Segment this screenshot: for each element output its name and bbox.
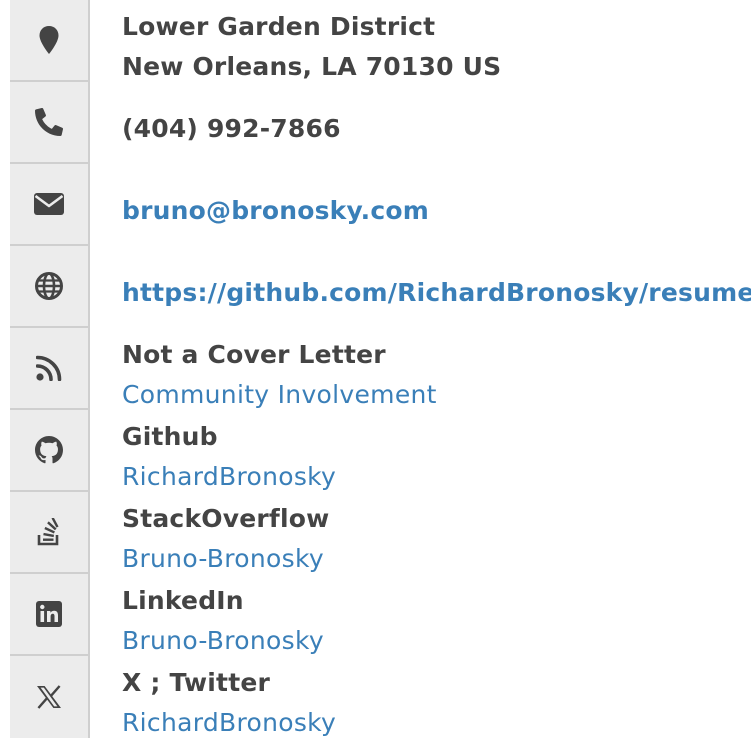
website-link[interactable]: https://github.com/RichardBronosky/resum…: [122, 278, 751, 307]
profile-network: LinkedIn: [122, 586, 244, 615]
website-icon-cell: [10, 246, 90, 328]
phone-icon: [35, 108, 63, 136]
profile-link[interactable]: Community Involvement: [122, 375, 437, 415]
profile-link[interactable]: RichardBronosky: [122, 457, 336, 497]
email-text: bruno@bronosky.com: [122, 191, 429, 231]
phone-text: (404) 992-7866: [122, 109, 341, 149]
profile-row-cover-letter: Not a Cover Letter Community Involvement: [0, 328, 751, 410]
address-line-2: New Orleans, LA 70130 US: [122, 52, 502, 81]
address-icon-cell: [10, 0, 90, 82]
profile-row-linkedin: LinkedIn Bruno-Bronosky: [0, 574, 751, 656]
contact-list: Lower Garden District New Orleans, LA 70…: [0, 0, 751, 738]
globe-icon: [35, 272, 63, 300]
email-link[interactable]: bruno@bronosky.com: [122, 196, 429, 225]
stackoverflow-text: StackOverflow Bruno-Bronosky: [122, 499, 329, 579]
linkedin-icon: [36, 601, 62, 627]
address-text: Lower Garden District New Orleans, LA 70…: [122, 7, 501, 87]
email-row: bruno@bronosky.com: [0, 164, 751, 246]
rss-icon: [36, 355, 62, 381]
profile-network: Github: [122, 422, 218, 451]
linkedin-icon-cell: [10, 574, 90, 656]
twitter-icon-cell: [10, 656, 90, 738]
envelope-icon: [34, 193, 64, 215]
profile-row-github: Github RichardBronosky: [0, 410, 751, 492]
linkedin-text: LinkedIn Bruno-Bronosky: [122, 581, 324, 661]
x-twitter-icon: [37, 685, 61, 709]
twitter-text: X ; Twitter RichardBronosky: [122, 663, 336, 743]
phone-icon-cell: [10, 82, 90, 164]
profile-row-twitter: X ; Twitter RichardBronosky: [0, 656, 751, 738]
cover-letter-icon-cell: [10, 328, 90, 410]
phone-row: (404) 992-7866: [0, 82, 751, 164]
github-icon-cell: [10, 410, 90, 492]
profile-network: StackOverflow: [122, 504, 330, 533]
profile-network: X ; Twitter: [122, 668, 271, 697]
stackoverflow-icon: [37, 518, 59, 546]
profile-row-stackoverflow: StackOverflow Bruno-Bronosky: [0, 492, 751, 574]
profile-link[interactable]: RichardBronosky: [122, 703, 336, 743]
website-text: https://github.com/RichardBronosky/resum…: [122, 273, 751, 313]
address-line-1: Lower Garden District: [122, 12, 436, 41]
phone-number: (404) 992-7866: [122, 114, 341, 143]
profile-link[interactable]: Bruno-Bronosky: [122, 539, 329, 579]
profile-link[interactable]: Bruno-Bronosky: [122, 621, 324, 661]
stackoverflow-icon-cell: [10, 492, 90, 574]
website-row: https://github.com/RichardBronosky/resum…: [0, 246, 751, 328]
github-text: Github RichardBronosky: [122, 417, 336, 497]
email-icon-cell: [10, 164, 90, 246]
cover-letter-text: Not a Cover Letter Community Involvement: [122, 335, 437, 415]
address-row: Lower Garden District New Orleans, LA 70…: [0, 0, 751, 82]
github-icon: [35, 436, 63, 464]
map-marker-icon: [39, 26, 59, 54]
profile-network: Not a Cover Letter: [122, 340, 386, 369]
